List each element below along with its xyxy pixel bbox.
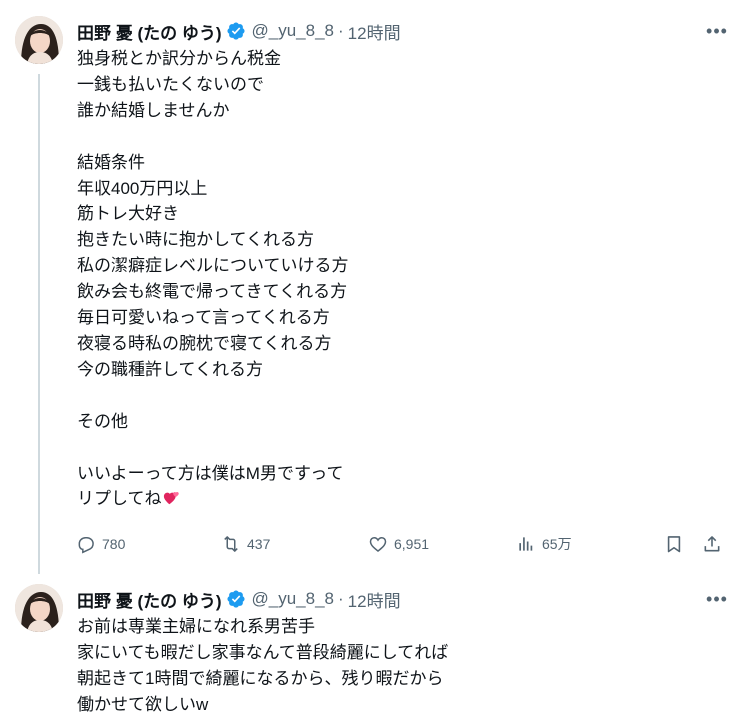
like-button[interactable]: 6,951 — [368, 531, 429, 557]
user-handle[interactable]: @_yu_8_8 — [252, 589, 335, 609]
post-timestamp[interactable]: 12時間 — [348, 19, 401, 44]
avatar[interactable] — [15, 584, 63, 632]
post-text: 独身税とか訳分からん税金 一銭も払いたくないので 誰か結婚しませんか 結婚条件 … — [77, 46, 349, 512]
reply-icon — [78, 537, 94, 554]
display-name[interactable]: 田野 憂 (たの ゆう) — [77, 587, 222, 612]
verified-badge-icon — [226, 590, 245, 608]
separator-dot: · — [338, 21, 344, 40]
user-handle[interactable]: @_yu_8_8 — [252, 21, 335, 41]
post-header: 田野 憂 (たの ゆう) @_yu_8_8 · 12時間 — [77, 587, 401, 612]
separator-dot: · — [338, 589, 344, 608]
post-timestamp[interactable]: 12時間 — [348, 587, 401, 612]
share-button[interactable] — [702, 531, 728, 557]
post-header: 田野 憂 (たの ゆう) @_yu_8_8 · 12時間 — [77, 19, 401, 44]
more-options-icon[interactable]: ••• — [705, 588, 729, 610]
avatar-image — [15, 16, 63, 64]
action-bar: 780 437 6,951 65万 — [76, 531, 726, 557]
reply-button[interactable]: 780 — [76, 531, 125, 557]
display-name[interactable]: 田野 憂 (たの ゆう) — [77, 19, 222, 44]
avatar[interactable] — [15, 16, 63, 64]
bookmark-button[interactable] — [664, 531, 690, 557]
post-text-content: 独身税とか訳分からん税金 一銭も払いたくないので 誰か結婚しませんか 結婚条件 … — [77, 49, 349, 509]
like-count: 6,951 — [394, 536, 430, 552]
repost-count: 437 — [247, 536, 271, 552]
two-hearts-icon — [163, 492, 179, 505]
post-text: お前は専業主婦になれ系男苦手 家にいても暇だし家事なんて普段綺麗にしてれば 朝起… — [77, 614, 448, 718]
thread-connector-line — [38, 74, 40, 574]
views-button[interactable]: 65万 — [516, 531, 572, 557]
heart-icon — [369, 536, 387, 553]
bookmark-icon — [667, 536, 681, 553]
repost-icon — [224, 536, 238, 552]
repost-button[interactable]: 437 — [221, 531, 270, 557]
verified-badge-icon — [226, 22, 245, 40]
more-options-icon[interactable]: ••• — [705, 20, 729, 42]
view-count: 65万 — [542, 536, 572, 552]
avatar-image — [15, 584, 63, 632]
share-icon — [704, 536, 720, 552]
reply-count: 780 — [102, 536, 126, 552]
post-text-content: お前は専業主婦になれ系男苦手 家にいても暇だし家事なんて普段綺麗にしてれば 朝起… — [77, 617, 449, 714]
analytics-icon — [519, 537, 533, 551]
